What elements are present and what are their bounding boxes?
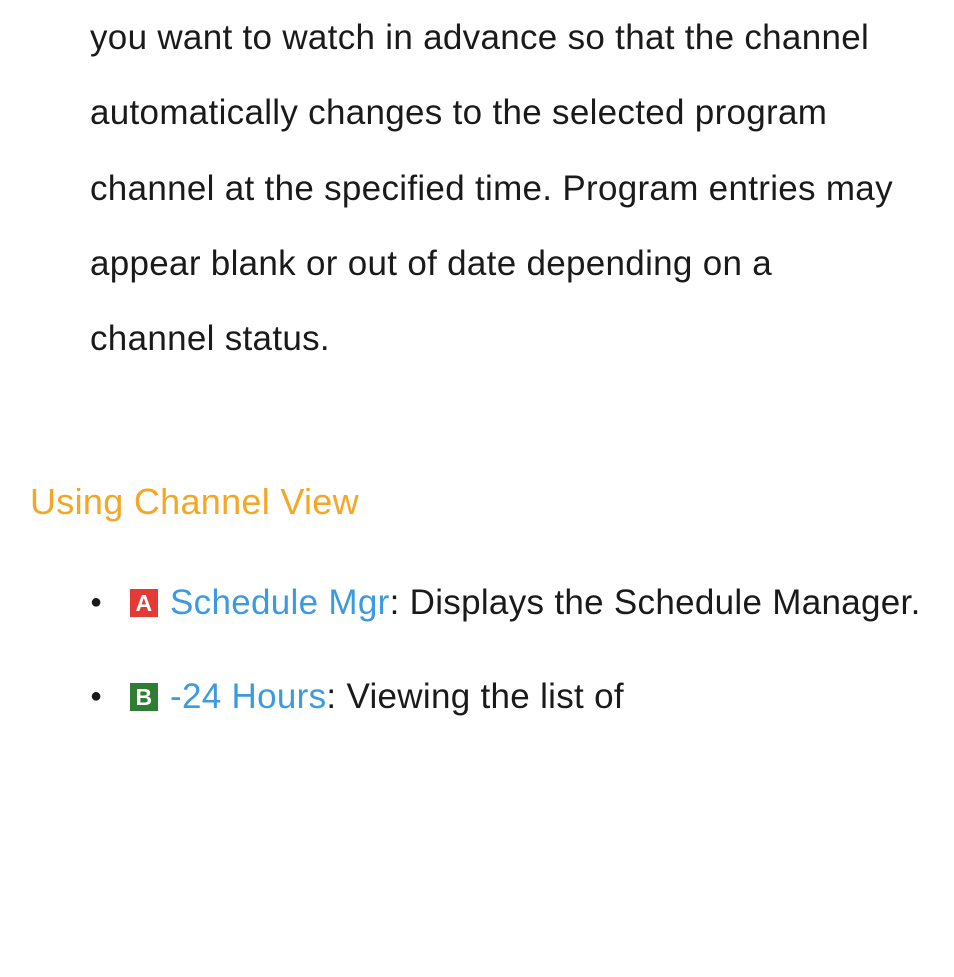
item-label: Schedule Mgr bbox=[170, 583, 390, 622]
list-item: A Schedule Mgr: Displays the Schedule Ma… bbox=[90, 565, 924, 640]
item-label: -24 Hours bbox=[170, 677, 326, 716]
letter-a-badge: A bbox=[130, 589, 158, 617]
item-description: : Viewing the list of bbox=[326, 677, 623, 716]
item-description: : Displays the Schedule Manager. bbox=[390, 583, 921, 622]
letter-b-badge: B bbox=[130, 683, 158, 711]
intro-paragraph: you want to watch in advance so that the… bbox=[30, 0, 924, 376]
section-heading: Using Channel View bbox=[30, 481, 924, 523]
channel-view-list: A Schedule Mgr: Displays the Schedule Ma… bbox=[30, 565, 924, 734]
list-item: B -24 Hours: Viewing the list of bbox=[90, 659, 924, 734]
